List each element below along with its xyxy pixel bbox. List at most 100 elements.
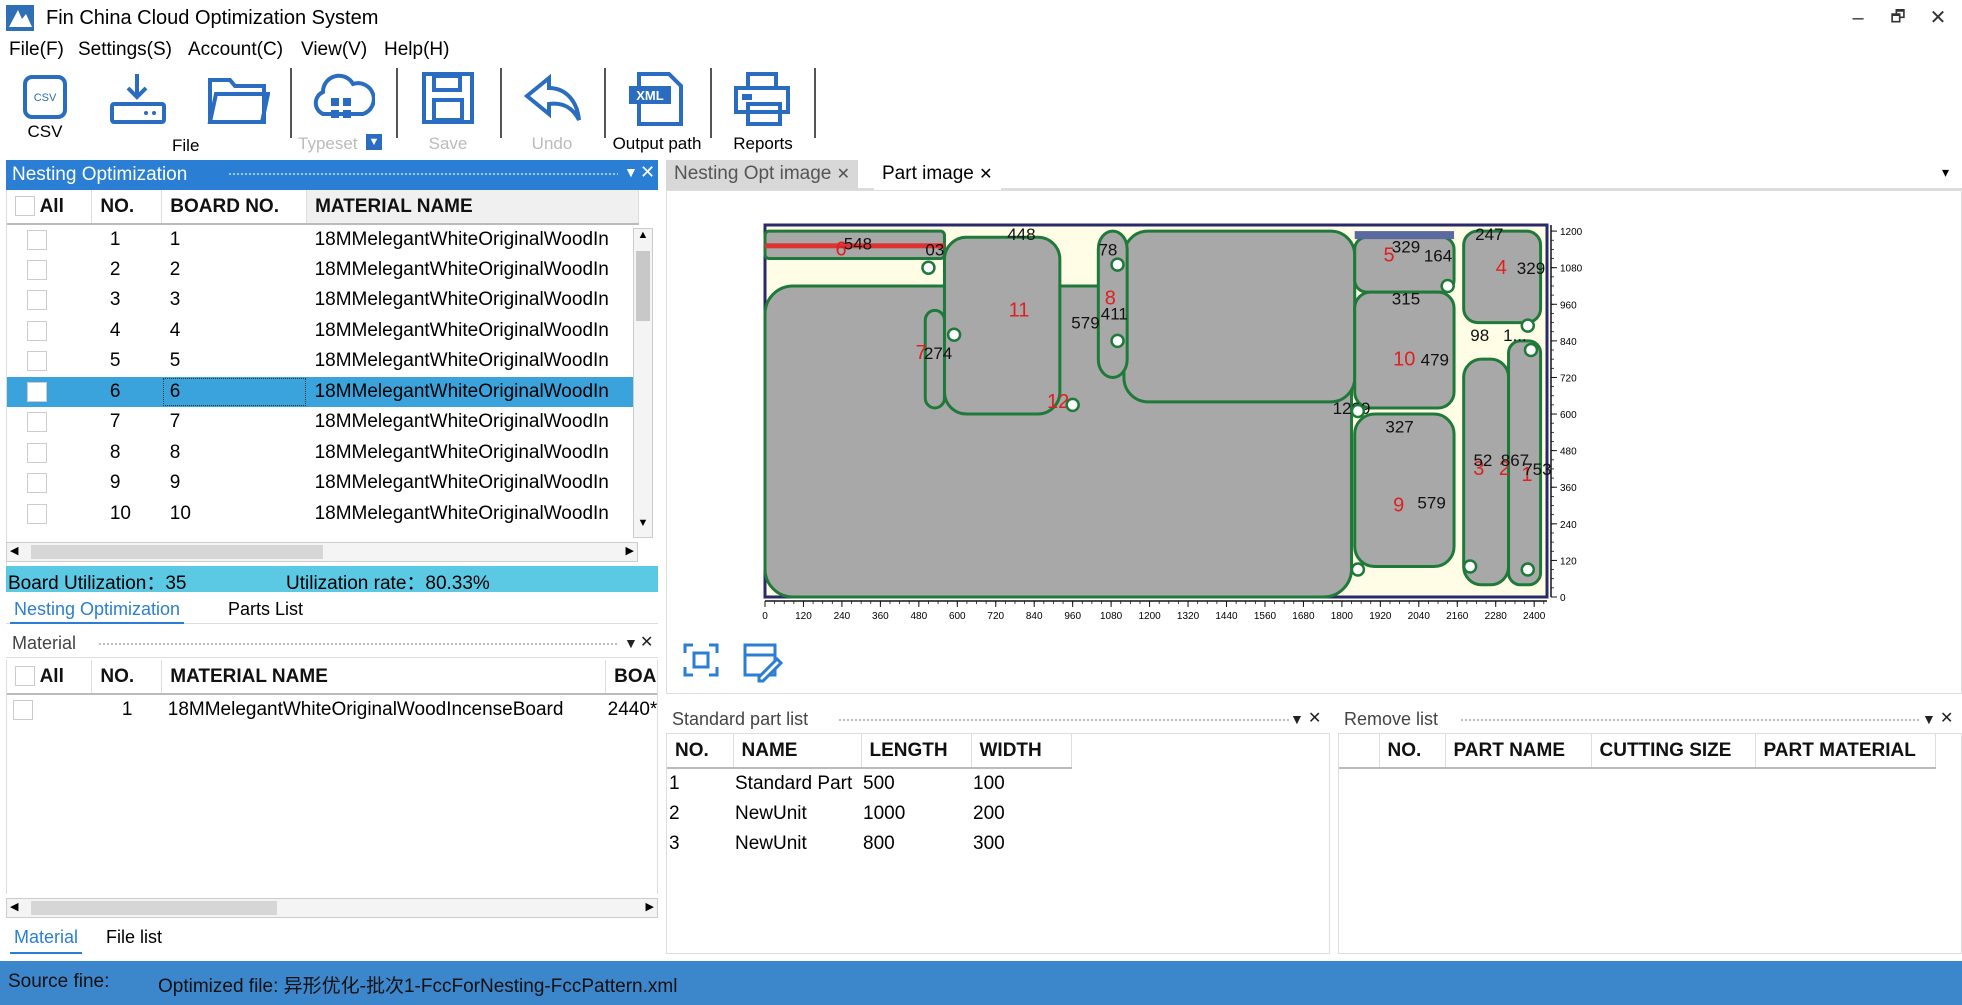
table-row[interactable]: 6 6 18MMelegantWhiteOriginalWoodIn <box>7 376 639 407</box>
col-name[interactable]: NAME <box>733 734 862 768</box>
table-row[interactable]: 1 18MMelegantWhiteOriginalWoodIncenseBoa… <box>7 694 657 725</box>
tab-close-icon[interactable]: ✕ <box>837 166 850 183</box>
tab-part-image[interactable]: Part image ✕ <box>874 160 1001 190</box>
menu-account[interactable]: Account(C) <box>188 39 283 61</box>
table-row[interactable]: 7 7 18MMelegantWhiteOriginalWoodIn <box>7 407 639 438</box>
tab-nesting-optimization[interactable]: Nesting Optimization <box>10 594 185 624</box>
row-checkbox[interactable] <box>27 259 47 280</box>
col-material-name[interactable]: MATERIAL NAME <box>161 660 607 694</box>
path-node-marker[interactable] <box>1440 278 1455 294</box>
col-width[interactable]: WIDTH <box>971 734 1072 768</box>
table-row[interactable]: 3 NewUnit 800 300 <box>667 829 1071 860</box>
minimize-button[interactable]: – <box>1838 4 1878 32</box>
table-row[interactable]: 1 1 18MMelegantWhiteOriginalWoodIn <box>7 224 639 255</box>
row-checkbox[interactable] <box>27 229 47 250</box>
row-checkbox[interactable] <box>27 381 47 402</box>
save-button[interactable]: Save <box>408 66 488 158</box>
tab-file-list[interactable]: File list <box>106 922 162 952</box>
tab-material[interactable]: Material <box>10 922 83 954</box>
open-folder-button[interactable] <box>200 66 276 158</box>
undo-button[interactable]: Undo <box>512 66 592 158</box>
row-checkbox[interactable] <box>27 503 47 524</box>
nesting-canvas[interactable]: 671181254103 2 19548 0344878 329247164329274… <box>667 191 1961 637</box>
col-no[interactable]: NO. <box>667 734 734 768</box>
table-row[interactable]: 8 8 18MMelegantWhiteOriginalWoodIn <box>7 438 639 469</box>
nesting-vscroll[interactable]: ▲ ▼ <box>633 228 653 538</box>
scroll-down-icon[interactable]: ▼ <box>634 517 652 537</box>
panel-close-icon[interactable]: ✕ <box>640 162 655 183</box>
col-board-no[interactable]: BOARD NO. <box>161 190 308 224</box>
select-all-header[interactable]: All <box>7 660 93 694</box>
panel-menu-icon[interactable]: ▼ <box>1922 711 1936 727</box>
tab-nesting-opt-image[interactable]: Nesting Opt image ✕ <box>666 160 859 190</box>
scroll-right-icon[interactable]: ▶ <box>626 544 634 557</box>
row-checkbox[interactable] <box>27 290 47 311</box>
import-button[interactable] <box>98 66 176 158</box>
row-checkbox[interactable] <box>27 473 47 494</box>
row-checkbox[interactable] <box>13 699 33 720</box>
path-node-marker[interactable] <box>1065 397 1080 413</box>
col-no[interactable]: NO. <box>91 660 163 694</box>
typeset-dropdown-icon[interactable]: ▼ <box>366 134 382 150</box>
panel-close-icon[interactable]: ✕ <box>1308 708 1321 728</box>
col-part-name[interactable]: PART NAME <box>1445 734 1592 768</box>
scroll-thumb[interactable] <box>31 545 323 559</box>
panel-close-icon[interactable]: ✕ <box>1940 708 1953 728</box>
reports-button[interactable]: Reports <box>718 66 808 158</box>
tab-close-icon[interactable]: ✕ <box>979 166 992 183</box>
panel-menu-icon[interactable]: ▼ <box>1290 711 1304 727</box>
col-board[interactable]: BOA <box>605 660 657 694</box>
nested-part[interactable] <box>1122 229 1357 404</box>
scroll-up-icon[interactable]: ▲ <box>634 229 652 249</box>
nesting-hscroll[interactable]: ◀ ▶ <box>6 542 638 562</box>
scroll-left-icon[interactable]: ◀ <box>10 900 18 913</box>
col-material-name[interactable]: MATERIAL NAME <box>306 190 639 224</box>
path-node-marker[interactable] <box>1110 333 1125 349</box>
panel-menu-icon[interactable]: ▼ <box>624 635 638 651</box>
output-path-button[interactable]: XML Output path <box>606 66 708 158</box>
table-row[interactable]: 5 5 18MMelegantWhiteOriginalWoodIn <box>7 346 639 377</box>
menu-file[interactable]: File(F) <box>9 39 64 61</box>
row-checkbox[interactable] <box>27 442 47 463</box>
table-row[interactable]: 3 3 18MMelegantWhiteOriginalWoodIn <box>7 285 639 316</box>
path-node-marker[interactable] <box>921 260 936 275</box>
csv-button[interactable]: CSV CSV <box>14 66 76 158</box>
edit-view-button[interactable] <box>737 637 785 683</box>
row-checkbox[interactable] <box>27 320 47 341</box>
fit-view-button[interactable] <box>677 637 725 683</box>
panel-close-icon[interactable]: ✕ <box>640 632 653 652</box>
scroll-thumb[interactable] <box>31 901 277 915</box>
path-node-marker[interactable] <box>946 327 962 343</box>
scroll-right-icon[interactable]: ▶ <box>646 900 654 913</box>
scroll-thumb[interactable] <box>636 251 650 321</box>
row-checkbox[interactable] <box>27 351 47 372</box>
nesting-viewer[interactable]: 6 7 11 8 12 5 4 10 3 2 1 9 548 03 448 78 329 247 164 329 274… <box>666 190 1962 694</box>
nested-part[interactable] <box>1353 412 1456 569</box>
tab-overflow-icon[interactable]: ▾ <box>1942 164 1949 181</box>
path-node-marker[interactable] <box>1523 342 1539 358</box>
path-node-marker[interactable] <box>1520 562 1536 577</box>
table-row[interactable]: 2 NewUnit 1000 200 <box>667 799 1071 830</box>
table-row[interactable]: 2 2 18MMelegantWhiteOriginalWoodIn <box>7 255 639 286</box>
col-no[interactable]: NO. <box>1379 734 1446 768</box>
material-hscroll[interactable]: ◀ ▶ <box>6 898 658 918</box>
table-row[interactable]: 10 10 18MMelegantWhiteOriginalWoodIn <box>7 499 639 530</box>
col-part-material[interactable]: PART MATERIAL <box>1755 734 1936 768</box>
row-checkbox[interactable] <box>27 412 47 433</box>
menu-settings[interactable]: Settings(S) <box>78 39 172 61</box>
table-row[interactable]: 9 9 18MMelegantWhiteOriginalWoodIn <box>7 468 639 499</box>
menu-help[interactable]: Help(H) <box>384 39 449 61</box>
col-no[interactable]: NO. <box>91 190 163 224</box>
restore-button[interactable]: 🗗 <box>1878 4 1918 32</box>
close-button[interactable]: ✕ <box>1918 4 1958 32</box>
nested-part[interactable] <box>942 235 1062 416</box>
select-all-header[interactable]: All <box>7 190 93 224</box>
panel-menu-icon[interactable]: ▼ <box>624 164 638 180</box>
path-node-marker[interactable] <box>1350 562 1366 577</box>
table-row[interactable]: 1 Standard Part 500 100 <box>667 768 1071 799</box>
menu-view[interactable]: View(V) <box>301 39 367 61</box>
path-node-marker[interactable] <box>1350 403 1366 419</box>
select-all-checkbox[interactable] <box>15 196 35 217</box>
typeset-button[interactable]: Typeset ▼ <box>298 66 382 158</box>
select-all-checkbox[interactable] <box>15 666 35 687</box>
